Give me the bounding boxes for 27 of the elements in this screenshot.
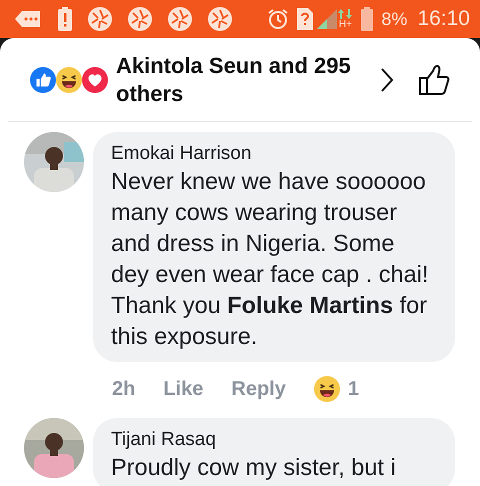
data-arrows-icon <box>337 8 354 18</box>
reaction-count: 1 <box>348 377 359 402</box>
chevron-right-icon[interactable] <box>380 66 394 92</box>
comment-author[interactable]: Tijani Rasaq <box>111 428 435 452</box>
sim-card-icon <box>297 8 314 30</box>
love-reaction-icon <box>82 66 108 92</box>
aperture-icon <box>128 7 152 31</box>
battery-alert-icon <box>58 7 72 31</box>
comment-time: 2h <box>112 377 136 402</box>
like-reaction-icon <box>30 66 56 92</box>
alarm-icon <box>267 8 290 30</box>
message-icon <box>14 9 42 29</box>
comment-text: Proudly cow my sister, but i <box>111 453 397 482</box>
battery-icon <box>361 7 374 31</box>
network-type: H+ <box>338 18 352 30</box>
signal-icon <box>317 9 338 29</box>
aperture-icon <box>208 7 232 31</box>
reactions-summary[interactable]: Akintola Seun and 295 others <box>116 52 356 108</box>
thumbs-up-icon[interactable] <box>418 64 450 96</box>
comment-author[interactable]: Emokai Harrison <box>111 142 435 166</box>
haha-reaction-icon <box>56 66 82 92</box>
comment-text: Never knew we have soooooo many cows wearing trouser and dress in Nigeria. Some dey even wear face cap . chai! Thank you Foluke Martins for this exposure. <box>111 167 430 351</box>
clock: 16:10 <box>417 6 470 32</box>
aperture-icon <box>168 7 192 31</box>
aperture-icon <box>88 7 112 31</box>
haha-reaction-icon <box>314 376 340 402</box>
battery-percentage: 8% <box>381 8 408 30</box>
